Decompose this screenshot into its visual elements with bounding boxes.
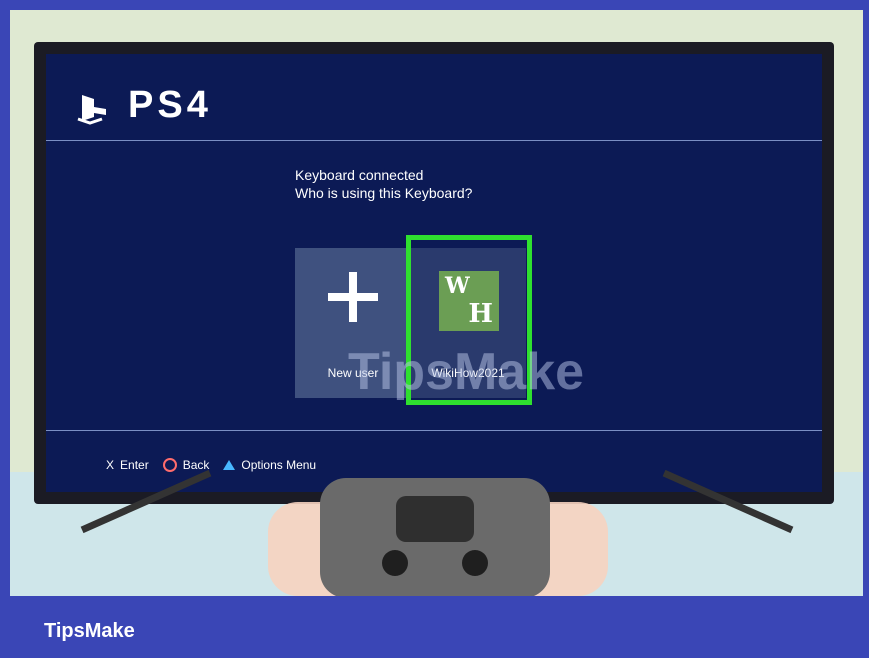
ps4-logo: PS4 bbox=[74, 84, 212, 127]
keyboard-prompt: Keyboard connected Who is using this Key… bbox=[295, 166, 472, 202]
tv: PS4 Keyboard connected Who is using this… bbox=[34, 42, 834, 504]
hint-enter: X Enter bbox=[106, 458, 149, 472]
prompt-line-2: Who is using this Keyboard? bbox=[295, 185, 473, 201]
hint-options-label: Options Menu bbox=[241, 458, 317, 472]
triangle-icon bbox=[223, 460, 236, 470]
plus-icon bbox=[328, 272, 378, 322]
touchpad bbox=[396, 496, 474, 542]
cross-icon: X bbox=[106, 458, 115, 472]
ps4-logo-text: PS4 bbox=[128, 84, 212, 126]
scene-illustration: PS4 Keyboard connected Who is using this… bbox=[10, 10, 863, 596]
brand-name: TipsMake bbox=[44, 620, 135, 642]
hint-back: Back bbox=[162, 458, 209, 472]
playstation-icon bbox=[77, 95, 106, 125]
hint-enter-label: Enter bbox=[120, 458, 149, 472]
watermark: TipsMake bbox=[348, 343, 585, 401]
hint-options: Options Menu bbox=[223, 458, 316, 472]
right-stick bbox=[462, 550, 488, 576]
circle-icon bbox=[162, 458, 177, 472]
brand-bar: TipsMake bbox=[0, 596, 869, 658]
dualshock-controller bbox=[320, 478, 550, 596]
ps4-screen: PS4 Keyboard connected Who is using this… bbox=[46, 54, 822, 492]
top-divider bbox=[46, 140, 822, 141]
prompt-line-1: Keyboard connected bbox=[295, 167, 424, 183]
page-frame: PS4 Keyboard connected Who is using this… bbox=[0, 0, 869, 658]
button-hints: X Enter Back Options Menu bbox=[106, 458, 316, 472]
left-stick bbox=[382, 550, 408, 576]
bottom-divider bbox=[46, 430, 822, 431]
